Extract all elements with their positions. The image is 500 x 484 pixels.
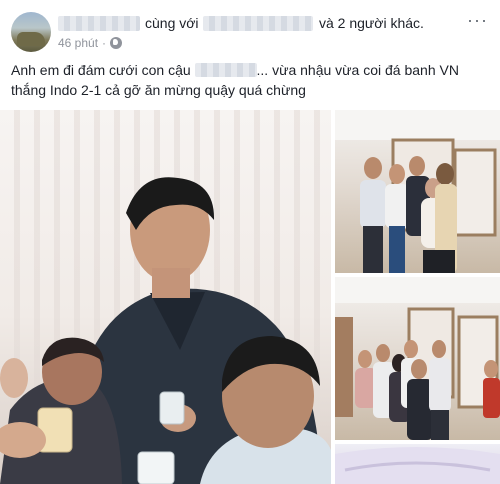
thumbnail-photo-2[interactable] (335, 277, 500, 440)
avatar[interactable] (11, 12, 51, 52)
thumbnail-1-illustration (335, 110, 500, 273)
post-meta: 46 phút · (58, 36, 123, 50)
tagged-friend-blurred[interactable] (203, 16, 313, 31)
thumbnail-photo-1[interactable] (335, 110, 500, 273)
tagged-others-link[interactable]: và 2 người khác. (319, 15, 424, 31)
more-options-icon[interactable]: ··· (467, 11, 488, 29)
post-caption: Anh em đi đám cưới con cậu ... vừa nhậu … (11, 60, 481, 100)
globe-icon[interactable] (110, 37, 123, 49)
poster-name-blurred[interactable] (58, 16, 140, 31)
caption-text-start: Anh em đi đám cưới con cậu (11, 62, 191, 78)
thumbnail-photo-3[interactable] (335, 444, 500, 484)
caption-name-blurred (194, 63, 257, 77)
thumbnail-2-illustration (335, 277, 500, 440)
facebook-post: cùng với và 2 người khác. 46 phút · ··· … (0, 0, 500, 484)
post-time[interactable]: 46 phút (58, 36, 98, 50)
thumbnail-3-illustration (335, 447, 500, 484)
tagged-prefix: cùng với (145, 15, 199, 31)
main-photo[interactable] (0, 110, 331, 484)
photo-people-illustration (0, 177, 331, 484)
